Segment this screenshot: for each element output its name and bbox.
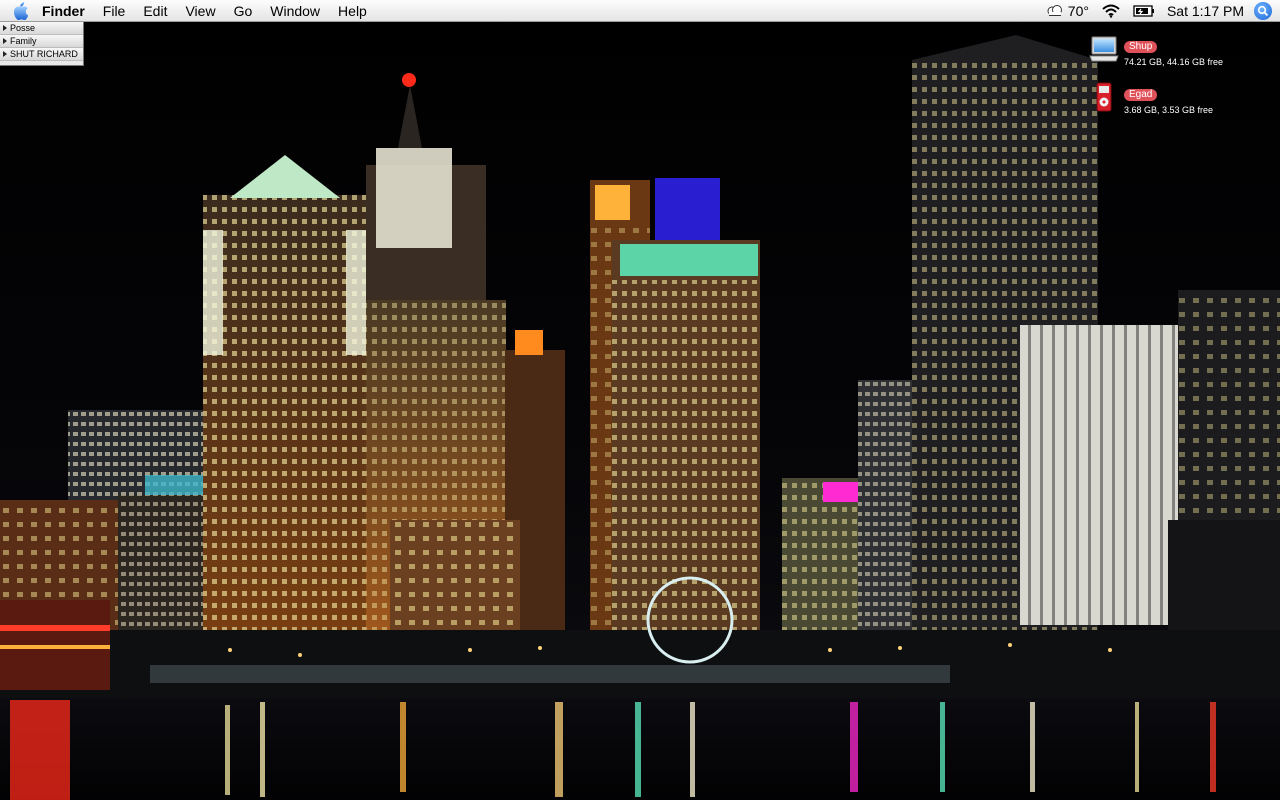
apple-menu-icon[interactable] [0, 0, 40, 22]
disk-info-text: 74.21 GB, 44.16 GB free [1124, 57, 1224, 67]
menu-extras: 70° Sat 1:17 PM [1040, 0, 1280, 22]
disk-shup[interactable]: Shup 74.21 GB, 44.16 GB free [1088, 34, 1223, 67]
menu-help[interactable]: Help [329, 0, 376, 22]
group-drawer-widget: Posse Family SHUT RICHARD [0, 22, 84, 66]
disk-egad[interactable]: Egad 3.68 GB, 3.53 GB free [1088, 82, 1213, 115]
wifi-icon [1102, 4, 1120, 18]
menu-file[interactable]: File [94, 0, 135, 22]
hard-drive-icon [1089, 36, 1119, 62]
disk-name-label: Egad [1124, 89, 1158, 101]
menu-bar: Finder File Edit View Go Window Help 70° [0, 0, 1280, 22]
drawer-item-posse[interactable]: Posse [0, 22, 83, 35]
desktop-wallpaper [0, 0, 1280, 800]
city-skyline-image [0, 35, 1280, 800]
menu-edit[interactable]: Edit [134, 0, 176, 22]
ipod-icon [1096, 82, 1112, 112]
disk-info-text: 3.68 GB, 3.53 GB free [1124, 105, 1214, 115]
drawer-item-shut-richard[interactable]: SHUT RICHARD [0, 48, 83, 61]
battery-icon [1133, 5, 1154, 17]
battery-menu[interactable] [1127, 0, 1161, 22]
menu-view[interactable]: View [176, 0, 224, 22]
menu-go[interactable]: Go [225, 0, 262, 22]
airport-menu[interactable] [1095, 0, 1127, 22]
disclosure-triangle-icon [3, 51, 7, 57]
weather-cloud-icon [1047, 5, 1062, 16]
disclosure-triangle-icon [3, 25, 7, 31]
clock-menu[interactable]: Sat 1:17 PM [1161, 0, 1250, 22]
disclosure-triangle-icon [3, 38, 7, 44]
disk-name-label: Shup [1124, 41, 1158, 53]
spotlight-search-icon[interactable] [1254, 2, 1272, 20]
menu-finder[interactable]: Finder [40, 0, 94, 22]
temperature-text: 70° [1067, 3, 1089, 19]
menu-window[interactable]: Window [261, 0, 329, 22]
drawer-item-family[interactable]: Family [0, 35, 83, 48]
weather-menu[interactable]: 70° [1040, 0, 1095, 22]
